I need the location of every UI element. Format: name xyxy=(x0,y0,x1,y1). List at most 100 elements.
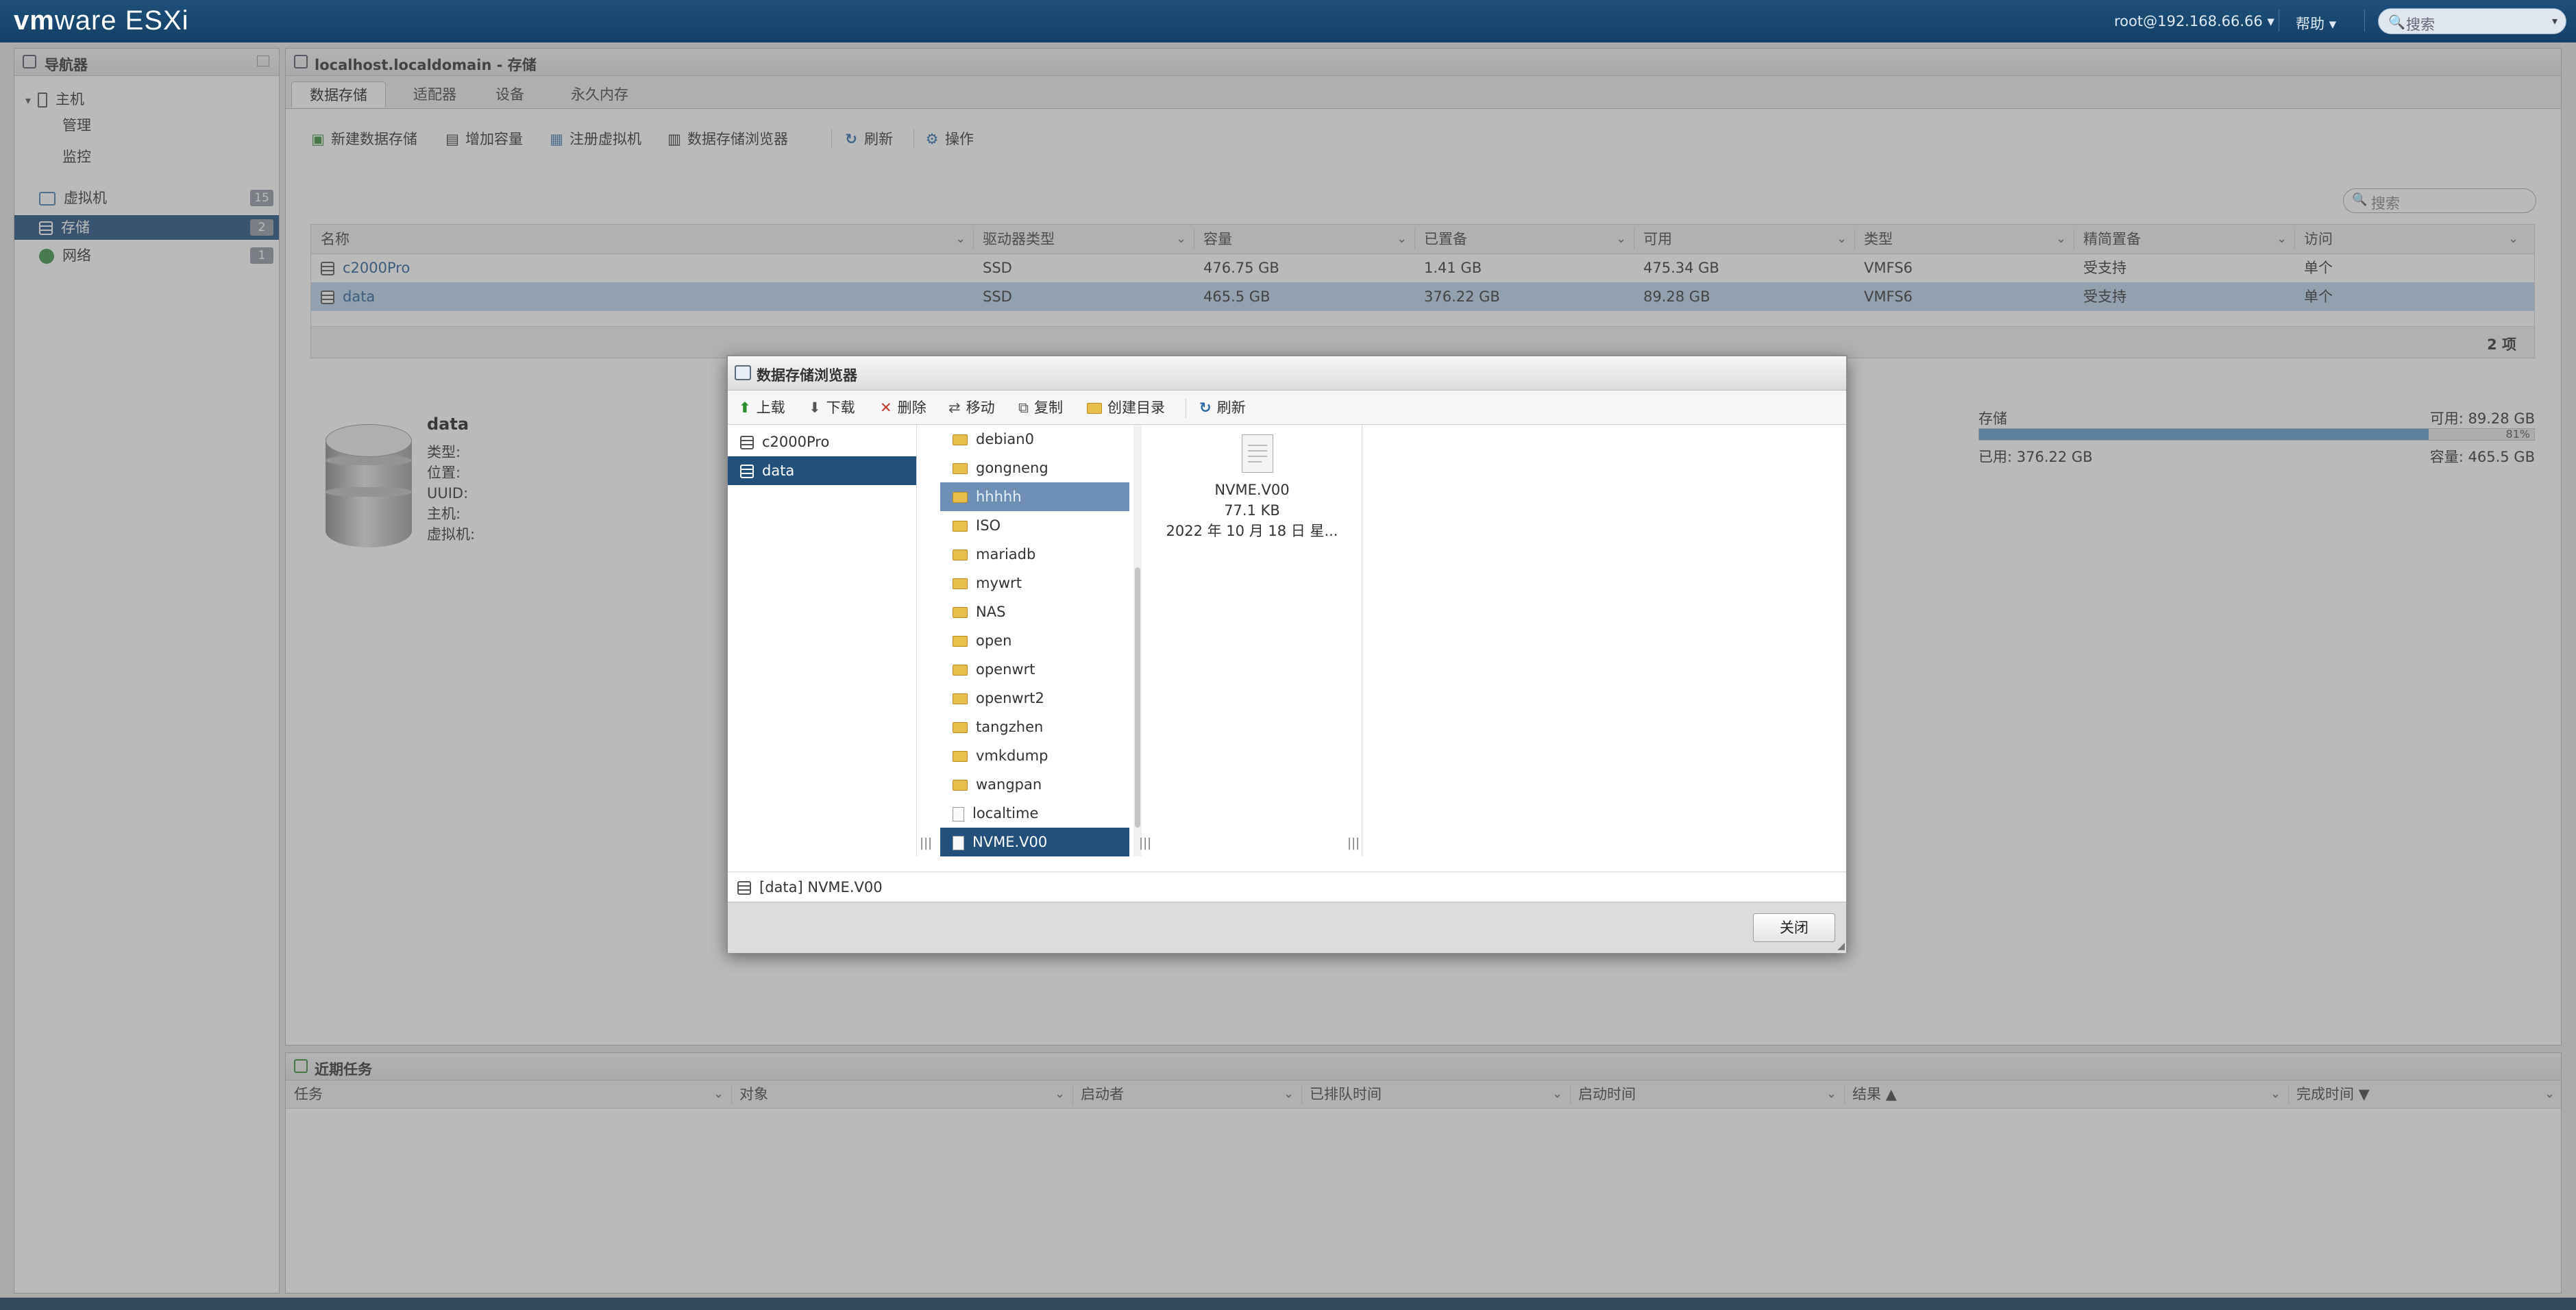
datastore-label: c2000Pro xyxy=(762,434,830,450)
folder-icon xyxy=(953,607,968,618)
list-item[interactable]: mariadb xyxy=(940,540,1129,569)
list-item[interactable]: NAS xyxy=(940,597,1129,626)
move-button[interactable]: ⇄ 移动 xyxy=(948,391,995,425)
folder-label: mariadb xyxy=(976,546,1036,563)
list-item[interactable]: openwrt xyxy=(940,655,1129,684)
label: 删除 xyxy=(897,399,927,416)
file-preview: NVME.V00 77.1 KB 2022 年 10 月 18 日 星... |… xyxy=(1153,425,1362,856)
folder-icon xyxy=(953,780,968,791)
file-label: NVME.V00 xyxy=(972,834,1048,850)
folder-list: debian0 gongneng hhhhh ISO mariadb mywrt… xyxy=(940,425,1151,856)
vmware-esxi-logo: vmware ESXi xyxy=(14,5,189,36)
search-input[interactable]: 搜索 xyxy=(2406,14,2435,34)
help-menu[interactable]: 帮助 ▾ xyxy=(2296,13,2336,34)
datastore-icon xyxy=(740,436,754,449)
datastore-list: c2000Pro data ||| xyxy=(728,425,932,856)
list-item[interactable]: hhhhh xyxy=(940,482,1129,511)
scrollbar[interactable] xyxy=(1133,425,1142,856)
list-item[interactable]: gongneng xyxy=(940,454,1129,482)
divider xyxy=(2364,10,2365,32)
datastore-browser-icon xyxy=(735,365,751,380)
download-icon: ⬇ xyxy=(809,399,821,416)
delete-icon: ✕ xyxy=(880,399,892,416)
folder-icon xyxy=(953,463,968,474)
folder-label: openwrt2 xyxy=(976,690,1044,706)
folder-icon xyxy=(953,434,968,445)
list-item[interactable]: open xyxy=(940,626,1129,655)
create-directory-button[interactable]: 创建目录 xyxy=(1087,391,1165,425)
label: 下载 xyxy=(826,399,855,416)
download-button[interactable]: ⬇ 下载 xyxy=(809,391,855,425)
column-resize-handle[interactable]: ||| xyxy=(920,836,932,850)
upload-icon: ⬆ xyxy=(739,399,751,416)
copy-icon: ⧉ xyxy=(1018,399,1029,416)
close-button[interactable]: 关闭 xyxy=(1753,913,1835,942)
list-item[interactable]: wangpan xyxy=(940,770,1129,799)
global-search[interactable]: 🔍 搜索 ▾ xyxy=(2378,8,2566,34)
list-item[interactable]: c2000Pro xyxy=(728,428,916,456)
dialog-footer xyxy=(728,902,1846,953)
list-item[interactable]: vmkdump xyxy=(940,741,1129,770)
column-resize-handle[interactable]: ||| xyxy=(1347,836,1360,850)
document-icon xyxy=(1242,434,1273,473)
upload-button[interactable]: ⬆ 上载 xyxy=(739,391,785,425)
folder-label: tangzhen xyxy=(976,719,1044,735)
list-item[interactable]: openwrt2 xyxy=(940,684,1129,713)
datastore-icon xyxy=(740,465,754,478)
list-item[interactable]: ISO xyxy=(940,511,1129,540)
file-label: localtime xyxy=(972,805,1039,821)
user-menu[interactable]: root@192.168.66.66 ▾ xyxy=(2114,13,2274,29)
label: 上载 xyxy=(756,399,785,416)
folder-icon xyxy=(953,693,968,704)
folder-icon xyxy=(953,549,968,560)
list-item[interactable]: NVME.V00 xyxy=(940,828,1129,856)
folder-label: hhhhh xyxy=(976,489,1022,505)
preview-file-date: 2022 年 10 月 18 日 星... xyxy=(1166,523,1338,539)
copy-button[interactable]: ⧉ 复制 xyxy=(1018,391,1063,425)
preview-info: NVME.V00 77.1 KB 2022 年 10 月 18 日 星... xyxy=(1153,480,1351,541)
folder-label: wangpan xyxy=(976,776,1042,793)
folder-label: NAS xyxy=(976,604,1006,620)
preview-file-size: 77.1 KB xyxy=(1224,502,1280,519)
datastore-browser-dialog: 数据存储浏览器 ⬆ 上载 ⬇ 下载 ✕ 删除 ⇄ 移动 ⧉ 复制 创建目录 ↻ 刷新 c20… xyxy=(726,355,1848,953)
folder-icon xyxy=(953,521,968,532)
dialog-header: 数据存储浏览器 xyxy=(728,356,1846,391)
label: 刷新 xyxy=(1216,399,1246,416)
label: 创建目录 xyxy=(1107,399,1165,416)
list-item[interactable]: mywrt xyxy=(940,569,1129,597)
list-item[interactable]: tangzhen xyxy=(940,713,1129,741)
folder-label: vmkdump xyxy=(976,747,1048,764)
folder-icon xyxy=(953,665,968,676)
list-item[interactable]: localtime xyxy=(940,799,1129,828)
delete-button[interactable]: ✕ 删除 xyxy=(880,391,927,425)
dialog-toolbar: ⬆ 上载 ⬇ 下载 ✕ 删除 ⇄ 移动 ⧉ 复制 创建目录 ↻ 刷新 xyxy=(728,391,1846,425)
folder-label: ISO xyxy=(976,517,1001,534)
datastore-label: data xyxy=(762,462,795,479)
datastore-icon xyxy=(737,881,751,895)
folder-icon xyxy=(953,578,968,589)
folder-icon xyxy=(953,751,968,762)
current-path: [data] NVME.V00 xyxy=(759,879,883,895)
file-icon xyxy=(953,806,964,821)
list-item[interactable]: debian0 xyxy=(940,425,1129,454)
folder-label: mywrt xyxy=(976,575,1022,591)
folder-label: openwrt xyxy=(976,661,1035,678)
refresh-icon: ↻ xyxy=(1199,399,1212,416)
folder-label: debian0 xyxy=(976,431,1034,447)
dialog-refresh-button[interactable]: ↻ 刷新 xyxy=(1199,391,1246,425)
list-item[interactable]: data xyxy=(728,456,916,485)
scrollbar-thumb[interactable] xyxy=(1135,567,1140,828)
label: 复制 xyxy=(1034,399,1063,416)
label: 移动 xyxy=(966,399,995,416)
folder-icon xyxy=(953,636,968,647)
preview-file-name: NVME.V00 xyxy=(1214,482,1290,498)
folder-icon xyxy=(953,722,968,733)
resize-grip-icon[interactable]: ◢ xyxy=(1837,941,1845,952)
folder-icon xyxy=(953,492,968,503)
file-icon xyxy=(953,835,964,850)
chevron-down-icon[interactable]: ▾ xyxy=(2552,14,2557,27)
folder-label: open xyxy=(976,632,1012,649)
column-resize-handle[interactable]: ||| xyxy=(1139,836,1151,850)
search-icon: 🔍 xyxy=(2388,14,2405,30)
path-bar: [data] NVME.V00 xyxy=(728,872,1846,902)
